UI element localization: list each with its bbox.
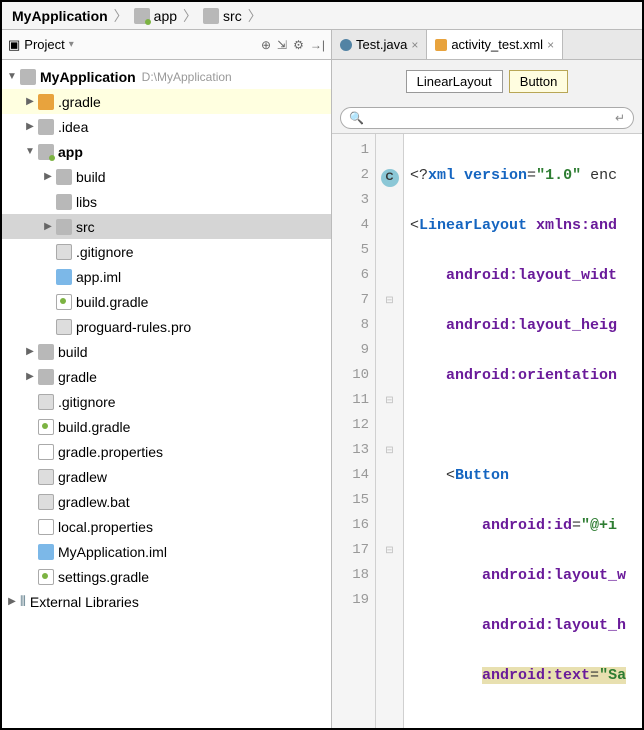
- search-box[interactable]: 🔍 ↵: [340, 107, 634, 129]
- tree-item-gitignore[interactable]: .gitignore: [2, 389, 331, 414]
- breadcrumb-root[interactable]: MyApplication: [8, 8, 112, 24]
- target-icon[interactable]: ⊕: [261, 38, 271, 52]
- folder-icon: [203, 8, 219, 24]
- tab-test-java[interactable]: Test.java ×: [332, 30, 427, 59]
- fold-icon[interactable]: ⊟: [376, 538, 403, 563]
- module-icon: [134, 8, 150, 24]
- tab-activity-xml[interactable]: activity_test.xml ×: [427, 30, 563, 59]
- caret-right-icon[interactable]: ▶: [24, 96, 36, 107]
- sidebar-title[interactable]: Project: [24, 37, 64, 52]
- gradle-icon: [38, 419, 54, 435]
- file-icon: [38, 469, 54, 485]
- java-icon: [340, 39, 352, 51]
- project-icon: ▣: [8, 37, 20, 53]
- tree-item-app[interactable]: ▼ app: [2, 139, 331, 164]
- project-sidebar: ▣ Project ▾ ⊕ ⇲ ⚙ →| ▼ MyApplication D:\…: [2, 30, 332, 728]
- caret-right-icon[interactable]: ▶: [24, 346, 36, 357]
- tree-root[interactable]: ▼ MyApplication D:\MyApplication: [2, 64, 331, 89]
- breadcrumb-src[interactable]: src: [199, 8, 246, 24]
- collapse-icon[interactable]: ⇲: [277, 38, 287, 52]
- fold-icon[interactable]: ⊟: [376, 288, 403, 313]
- nav-button[interactable]: Button: [509, 70, 569, 93]
- editor-pane: Test.java × activity_test.xml × LinearLa…: [332, 30, 642, 728]
- folder-icon: [38, 344, 54, 360]
- iml-icon: [38, 544, 54, 560]
- tree-item-app-src[interactable]: ▶ src: [2, 214, 331, 239]
- project-tree: ▼ MyApplication D:\MyApplication ▶ .grad…: [2, 60, 331, 728]
- breadcrumb: MyApplication 〉 app 〉 src 〉: [2, 2, 642, 30]
- folder-icon: [56, 194, 72, 210]
- fold-icon[interactable]: ⊟: [376, 388, 403, 413]
- code-content[interactable]: <?xml version="1.0" enc <LinearLayout xm…: [404, 134, 642, 728]
- tree-item-app-proguard[interactable]: proguard-rules.pro: [2, 314, 331, 339]
- search-input[interactable]: [364, 111, 615, 125]
- close-icon[interactable]: ×: [411, 38, 418, 52]
- chevron-right-icon: 〉: [114, 6, 128, 26]
- module-icon: [38, 144, 54, 160]
- properties-icon: [38, 519, 54, 535]
- marker-gutter: C ⊟ ⊟ ⊟ ⊟: [376, 134, 404, 728]
- class-badge-icon[interactable]: C: [381, 169, 399, 187]
- properties-icon: [38, 444, 54, 460]
- folder-icon: [38, 119, 54, 135]
- tree-item-gradlew[interactable]: gradlew: [2, 464, 331, 489]
- tree-item-app-build[interactable]: ▶ build: [2, 164, 331, 189]
- editor-tabs: Test.java × activity_test.xml ×: [332, 30, 642, 60]
- tree-item-gradle[interactable]: ▶ gradle: [2, 364, 331, 389]
- gear-icon[interactable]: ⚙: [293, 38, 304, 52]
- line-gutter: 12345678910111213141516171819: [332, 134, 376, 728]
- tree-item-extlibs[interactable]: ▶ ⫴ External Libraries: [2, 589, 331, 614]
- caret-down-icon[interactable]: ▼: [6, 71, 18, 82]
- tree-item-gradlewbat[interactable]: gradlew.bat: [2, 489, 331, 514]
- caret-right-icon[interactable]: ▶: [42, 171, 54, 182]
- tree-item-app-libs[interactable]: libs: [2, 189, 331, 214]
- folder-icon: [56, 219, 72, 235]
- tree-item-gradleprops[interactable]: gradle.properties: [2, 439, 331, 464]
- hide-icon[interactable]: →|: [310, 38, 325, 52]
- caret-right-icon[interactable]: ▶: [42, 221, 54, 232]
- folder-icon: [38, 369, 54, 385]
- caret-down-icon[interactable]: ▼: [24, 146, 36, 157]
- file-icon: [38, 494, 54, 510]
- tree-item-settingsgradle[interactable]: settings.gradle: [2, 564, 331, 589]
- tree-item-gradle-dir[interactable]: ▶ .gradle: [2, 89, 331, 114]
- gradle-icon: [56, 294, 72, 310]
- chevron-right-icon: 〉: [248, 6, 262, 26]
- dropdown-icon[interactable]: ▾: [69, 39, 74, 50]
- folder-icon: [56, 169, 72, 185]
- sidebar-header: ▣ Project ▾ ⊕ ⇲ ⚙ →|: [2, 30, 331, 60]
- fold-icon[interactable]: ⊟: [376, 438, 403, 463]
- project-folder-icon: [20, 69, 36, 85]
- layout-breadcrumb: LinearLayout Button: [332, 60, 642, 103]
- tree-item-app-gitignore[interactable]: .gitignore: [2, 239, 331, 264]
- file-icon: [38, 394, 54, 410]
- iml-icon: [56, 269, 72, 285]
- tree-item-localprops[interactable]: local.properties: [2, 514, 331, 539]
- caret-right-icon[interactable]: ▶: [24, 371, 36, 382]
- close-icon[interactable]: ×: [547, 38, 554, 52]
- library-icon: ⫴: [20, 593, 26, 610]
- code-editor[interactable]: 12345678910111213141516171819 C ⊟ ⊟ ⊟ ⊟ …: [332, 133, 642, 728]
- nav-linearlayout[interactable]: LinearLayout: [406, 70, 503, 93]
- enter-icon[interactable]: ↵: [615, 111, 625, 125]
- tree-item-app-buildgradle[interactable]: build.gradle: [2, 289, 331, 314]
- file-icon: [56, 319, 72, 335]
- tree-item-build[interactable]: ▶ build: [2, 339, 331, 364]
- tree-item-myappiml[interactable]: MyApplication.iml: [2, 539, 331, 564]
- tree-item-idea[interactable]: ▶ .idea: [2, 114, 331, 139]
- caret-right-icon[interactable]: ▶: [24, 121, 36, 132]
- caret-right-icon[interactable]: ▶: [6, 596, 18, 607]
- folder-icon: [38, 94, 54, 110]
- tree-item-app-iml[interactable]: app.iml: [2, 264, 331, 289]
- chevron-right-icon: 〉: [183, 6, 197, 26]
- breadcrumb-app[interactable]: app: [130, 8, 181, 24]
- search-icon: 🔍: [349, 111, 364, 125]
- gradle-icon: [38, 569, 54, 585]
- xml-icon: [435, 39, 447, 51]
- file-icon: [56, 244, 72, 260]
- tree-item-buildgradle[interactable]: build.gradle: [2, 414, 331, 439]
